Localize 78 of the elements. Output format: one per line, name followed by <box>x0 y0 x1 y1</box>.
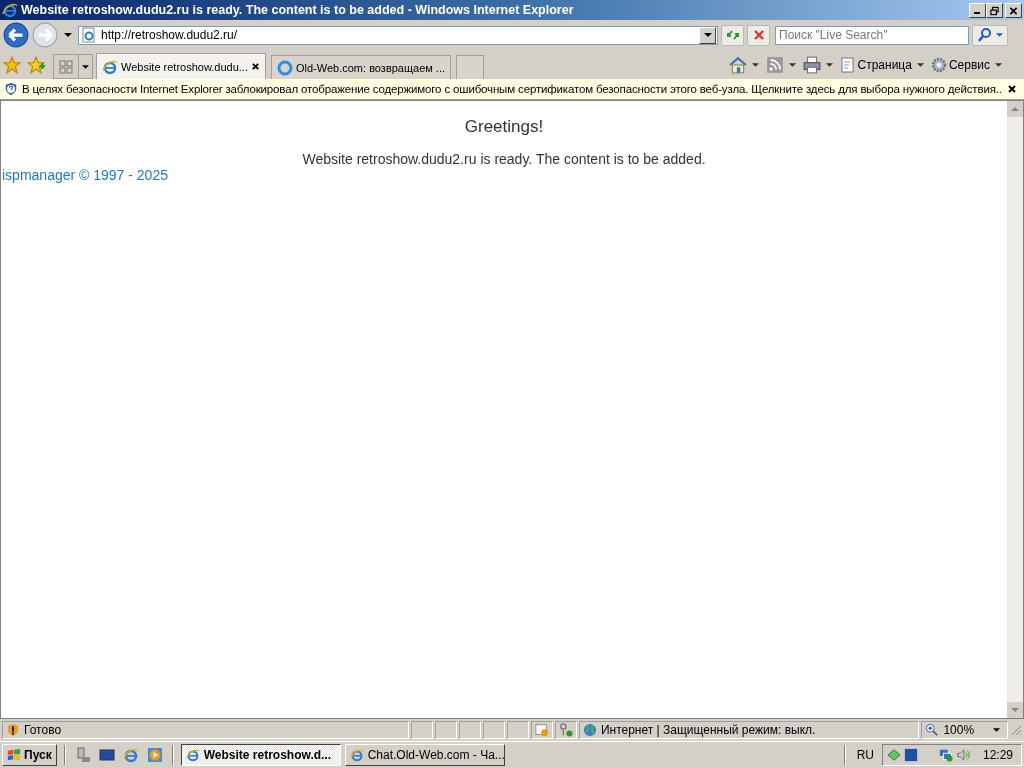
network-icon[interactable] <box>938 748 953 762</box>
dropdown-caret-icon[interactable] <box>699 26 716 44</box>
zoom-button[interactable]: 100% <box>921 721 1009 739</box>
home-icon[interactable] <box>728 55 747 74</box>
caret-icon[interactable] <box>788 62 796 67</box>
caret-icon[interactable] <box>825 62 833 67</box>
ie-logo-icon <box>102 58 118 75</box>
resize-grip-icon[interactable] <box>1010 724 1022 736</box>
information-bar[interactable]: В целях безопасности Internet Explorer заблокировал отображение содержимого с ошибочным сертификатом безопасности этого веб-узла. Щелкните здесь для выбора нужного действия... <box>0 79 1024 100</box>
caret-icon[interactable] <box>995 62 1002 67</box>
page-message: Website retroshow.dudu2.ru is ready. The content is to be added. <box>301 151 707 167</box>
desktop-icon[interactable] <box>98 747 115 763</box>
status-panel <box>435 721 458 739</box>
restore-button[interactable] <box>986 2 1003 18</box>
speaker-icon[interactable] <box>955 748 970 762</box>
grid-icon <box>58 59 74 75</box>
taskbar-window-button[interactable]: Website retroshow.d... <box>180 744 341 766</box>
page-menu-button[interactable]: Страница <box>839 56 912 73</box>
shield-question-icon <box>4 82 18 96</box>
printer-icon[interactable] <box>802 55 821 74</box>
tab-list-button[interactable] <box>79 54 93 79</box>
vertical-scrollbar[interactable] <box>1007 101 1023 718</box>
clock: 12:29 <box>982 748 1013 762</box>
taskbar-window-button[interactable]: Chat.Old-Web.com - Ча... <box>344 744 505 766</box>
caret-icon <box>996 33 1003 37</box>
browser-tab[interactable]: Website retroshow.dudu... <box>96 53 266 79</box>
windows-flag-icon <box>7 748 21 762</box>
caret-icon[interactable] <box>916 62 924 67</box>
minimize-button[interactable] <box>969 2 986 18</box>
search-field[interactable]: Поиск "Live Search" <box>775 25 969 45</box>
add-favorite-icon[interactable] <box>27 55 45 74</box>
tools-menu-button[interactable]: Сервис <box>930 56 990 73</box>
information-bar-text: В целях безопасности Internet Explorer заблокировал отображение содержимого с ошибочным сертификатом безопасности этого веб-узла. Щелкните здесь для выбора нужного действия... <box>22 83 1003 95</box>
status-panel <box>506 721 529 739</box>
gear-icon <box>930 56 947 73</box>
minimize-icon <box>974 11 980 14</box>
browser-tab[interactable]: Old-Web.com: возвращаем ... <box>271 55 452 79</box>
page-heading: Greetings! <box>463 117 545 137</box>
star-icon[interactable] <box>3 55 21 74</box>
ring-icon <box>277 59 293 76</box>
footer-link[interactable]: ispmanager © 1997 - 2025 <box>2 167 168 183</box>
ie-logo-icon <box>349 748 364 762</box>
ie-logo-icon[interactable] <box>122 747 139 763</box>
close-button[interactable] <box>1005 2 1022 18</box>
address-field[interactable]: http://retroshow.dudu2.ru/ <box>78 25 718 45</box>
refresh-button[interactable] <box>721 24 744 46</box>
start-button[interactable]: Пуск <box>2 744 57 766</box>
caret-icon <box>82 64 89 69</box>
close-tab-icon[interactable] <box>251 62 260 71</box>
back-button[interactable] <box>3 22 29 48</box>
scroll-down-icon[interactable] <box>1007 702 1023 718</box>
caret-icon[interactable] <box>751 62 759 67</box>
zoom-icon <box>925 723 940 737</box>
close-icon <box>1009 5 1018 16</box>
stop-button[interactable] <box>747 24 770 46</box>
ie-logo-icon <box>185 748 200 762</box>
status-panel <box>459 721 481 739</box>
globe-icon <box>582 723 597 737</box>
status-text: Готово <box>24 723 62 737</box>
page-icon <box>81 27 97 43</box>
key-check-icon[interactable] <box>558 723 573 737</box>
shield-warning-icon <box>6 723 20 737</box>
search-button[interactable] <box>972 24 1008 46</box>
dropdown-caret-icon[interactable] <box>64 33 72 37</box>
ie-logo-icon <box>2 2 18 18</box>
scroll-up-icon[interactable] <box>1007 101 1023 117</box>
media-player-icon[interactable] <box>146 747 163 763</box>
search-icon <box>977 27 993 43</box>
status-panel <box>483 721 505 739</box>
page-icon <box>839 56 856 73</box>
window-title: Website retroshow.dudu2.ru is ready. The content is to be added - Windows Internet Explorer <box>21 3 574 17</box>
restore-icon <box>990 5 999 16</box>
popup-warning-icon[interactable] <box>534 723 549 737</box>
security-zone-text: Интернет | Защищенный режим: выкл. <box>600 723 816 737</box>
caret-icon <box>993 728 1001 732</box>
close-icon[interactable] <box>1007 84 1017 94</box>
language-indicator[interactable]: RU <box>852 748 878 762</box>
status-panel <box>411 721 434 739</box>
